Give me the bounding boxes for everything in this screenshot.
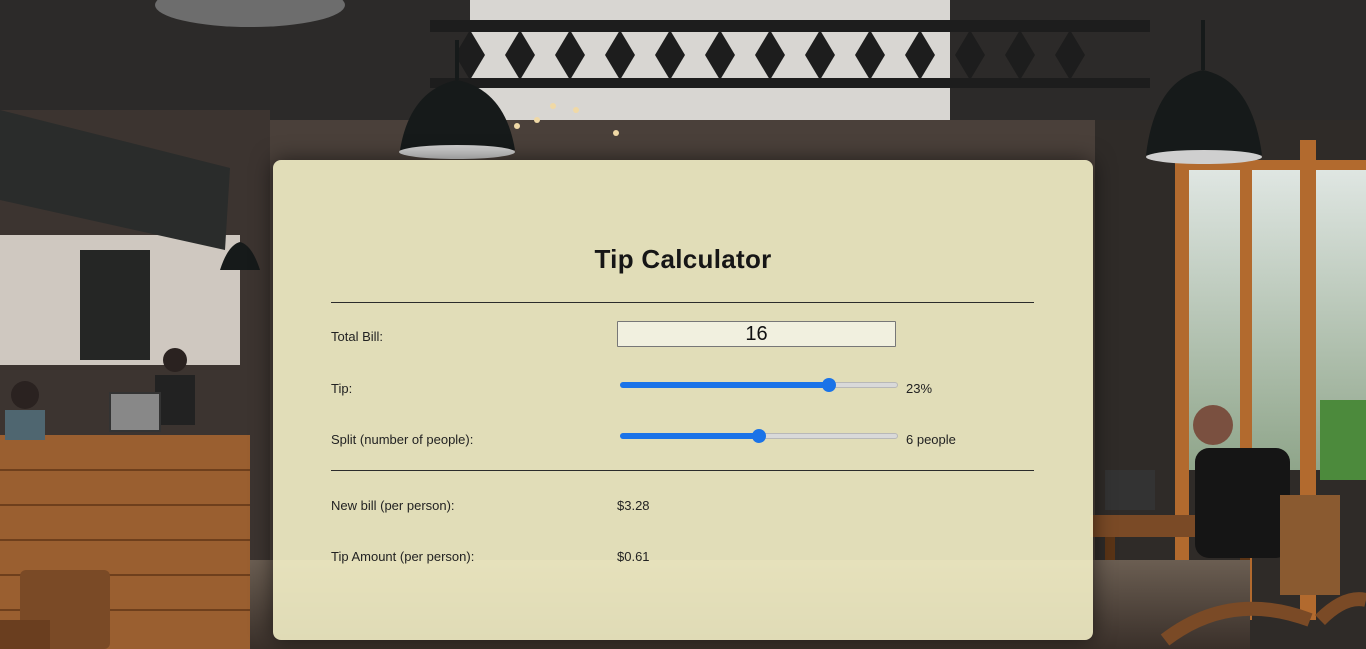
tip-amount-value: $0.61 <box>617 549 650 564</box>
tip-percent-value: 23% <box>906 381 933 396</box>
results-divider <box>331 470 1034 471</box>
tip-slider[interactable] <box>620 377 898 393</box>
tip-slider-thumb[interactable] <box>822 378 837 392</box>
split-slider-fill <box>620 433 759 439</box>
page: Tip Calculator Total Bill: Tip: 23% Spli… <box>0 0 1366 649</box>
tip-label: Tip: <box>331 381 353 396</box>
new-bill-value: $3.28 <box>617 498 650 513</box>
split-people-value: 6 people <box>906 432 956 447</box>
page-title: Tip Calculator <box>594 244 772 274</box>
top-divider <box>331 302 1034 303</box>
split-slider-thumb[interactable] <box>752 429 766 443</box>
tip-calculator-card: Tip Calculator Total Bill: Tip: 23% Spli… <box>273 160 1093 640</box>
total-bill-input[interactable] <box>617 321 896 347</box>
tip-slider-fill <box>620 382 830 388</box>
new-bill-label: New bill (per person): <box>331 498 455 513</box>
split-label: Split (number of people): <box>331 432 474 447</box>
total-bill-label: Total Bill: <box>331 329 384 344</box>
tip-amount-label: Tip Amount (per person): <box>331 549 475 564</box>
split-slider[interactable] <box>620 428 898 444</box>
